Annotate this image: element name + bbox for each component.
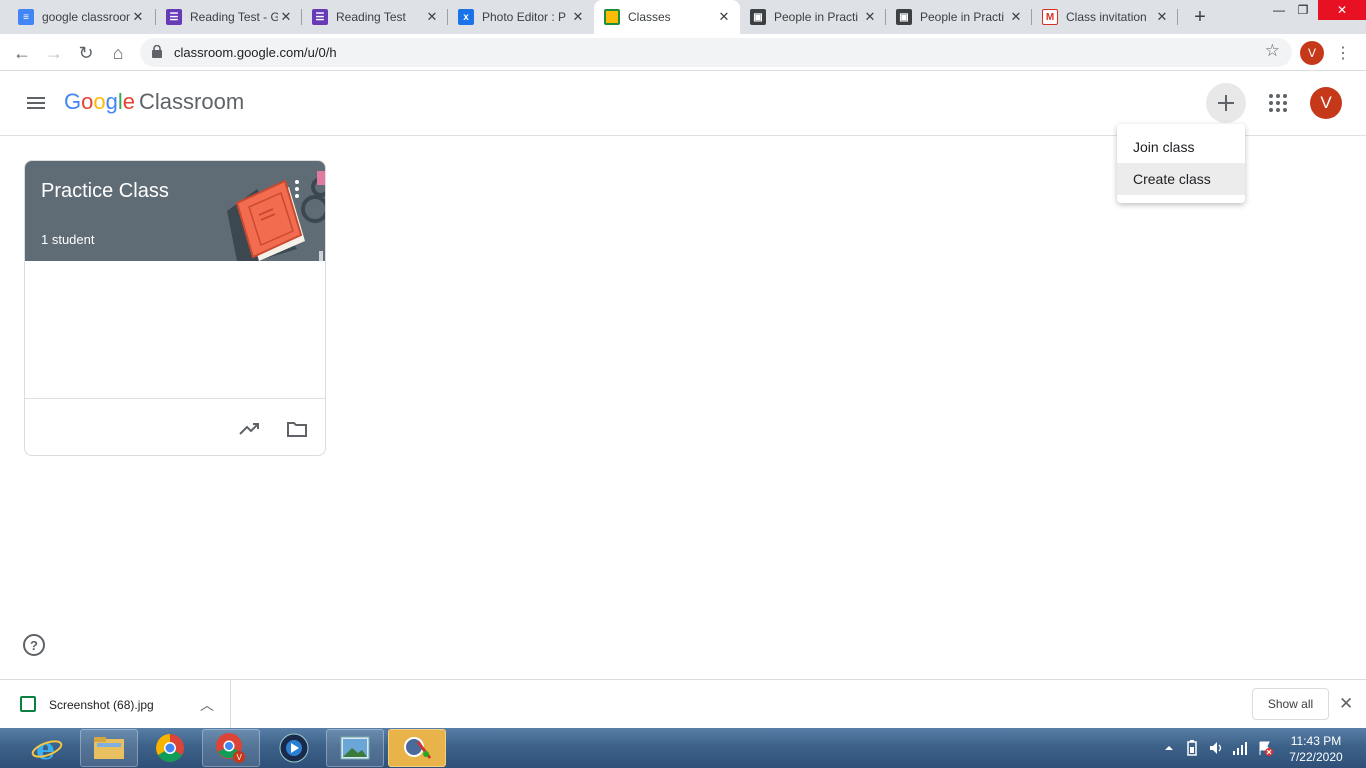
close-icon[interactable]: ✕: [278, 9, 294, 25]
snipping-tool-icon[interactable]: [388, 729, 446, 767]
url-text: classroom.google.com/u/0/h: [174, 45, 337, 60]
windows-taskbar: e V 11:43 PM 7/22/2020: [0, 728, 1366, 768]
close-icon[interactable]: ✕: [716, 9, 732, 25]
browser-tab-active[interactable]: Classes ✕: [594, 0, 740, 34]
clock[interactable]: 11:43 PM 7/22/2020: [1288, 733, 1344, 765]
forms-icon: ☰: [312, 9, 328, 25]
download-file-name: Screenshot (68).jpg: [49, 698, 154, 712]
class-card-header[interactable]: Practice Class 1 student: [25, 161, 325, 261]
volume-icon[interactable]: [1208, 740, 1224, 756]
close-icon[interactable]: ✕: [570, 9, 586, 25]
signal-icon[interactable]: [1232, 740, 1248, 756]
chevron-up-icon[interactable]: ︿: [200, 695, 214, 715]
battery-icon[interactable]: [1184, 740, 1200, 756]
class-title[interactable]: Practice Class: [41, 180, 169, 203]
class-student-count: 1 student: [41, 232, 95, 247]
image-file-icon: [20, 696, 36, 712]
hamburger-menu-icon[interactable]: [24, 91, 48, 115]
help-icon[interactable]: ?: [23, 634, 45, 656]
docs-icon: ≡: [18, 9, 34, 25]
book-illustration: [227, 171, 325, 261]
forward-icon[interactable]: →: [41, 40, 67, 66]
browser-tab-strip: ≡ google classroom ✕ ☰ Reading Test - G …: [0, 0, 1366, 34]
close-icon[interactable]: ✕: [1154, 9, 1170, 25]
browser-tab[interactable]: x Photo Editor : P ✕: [448, 0, 594, 34]
back-icon[interactable]: ←: [9, 40, 35, 66]
file-explorer-icon[interactable]: [80, 729, 138, 767]
tab-label: People in Practi: [774, 10, 859, 24]
clock-time: 11:43 PM: [1290, 734, 1342, 748]
download-item[interactable]: Screenshot (68).jpg ︿: [0, 680, 231, 729]
classroom-icon: [604, 9, 620, 25]
tab-label: People in Practi: [920, 10, 1005, 24]
gmail-icon: M: [1042, 9, 1058, 25]
action-center-flag-icon[interactable]: [1257, 740, 1273, 756]
trending-up-icon[interactable]: [238, 417, 262, 441]
browser-tab[interactable]: ▣ People in Practi ✕: [886, 0, 1032, 34]
folder-icon[interactable]: [285, 417, 309, 441]
close-icon[interactable]: ✕: [1339, 694, 1353, 714]
svg-text:e: e: [36, 732, 55, 764]
address-bar[interactable]: classroom.google.com/u/0/h ☆: [140, 38, 1292, 67]
chrome-icon[interactable]: [141, 729, 199, 767]
card-divider: [25, 398, 325, 399]
browser-menu-icon[interactable]: ⋮: [1335, 42, 1351, 64]
new-tab-icon[interactable]: +: [1188, 5, 1212, 29]
show-all-button[interactable]: Show all: [1252, 688, 1329, 720]
create-join-menu: Join class Create class: [1117, 124, 1245, 203]
close-icon[interactable]: ✕: [130, 9, 146, 25]
browser-tab[interactable]: ▣ People in Practi ✕: [740, 0, 886, 34]
close-icon[interactable]: ✕: [1008, 9, 1024, 25]
browser-tab[interactable]: ☰ Reading Test ✕: [302, 0, 448, 34]
join-class-menu-item[interactable]: Join class: [1117, 131, 1245, 163]
system-tray: 11:43 PM 7/22/2020: [1160, 728, 1366, 768]
window-close-icon[interactable]: ✕: [1318, 0, 1366, 20]
forms-icon: ☰: [166, 9, 182, 25]
svg-text:V: V: [237, 753, 243, 762]
browser-tab[interactable]: ≡ google classroom ✕: [8, 0, 154, 34]
browser-profile-avatar[interactable]: V: [1300, 41, 1324, 65]
pixlr-icon: x: [458, 9, 474, 25]
close-icon[interactable]: ✕: [424, 9, 440, 25]
account-avatar[interactable]: V: [1310, 87, 1342, 119]
tab-label: Reading Test - G: [190, 10, 278, 24]
tab-label: google classroom: [42, 10, 130, 24]
photo-viewer-icon[interactable]: [326, 729, 384, 767]
tab-label: Classes: [628, 10, 671, 24]
browser-tab[interactable]: ☰ Reading Test - G ✕: [156, 0, 302, 34]
home-icon[interactable]: ⌂: [105, 40, 131, 66]
tab-label: Reading Test: [336, 10, 406, 24]
lock-icon: [152, 45, 162, 58]
tab-label: Class invitation: [1066, 10, 1147, 24]
close-icon[interactable]: ✕: [862, 9, 878, 25]
google-apps-icon[interactable]: [1266, 91, 1290, 115]
google-classroom-logo[interactable]: Google Classroom: [64, 89, 244, 115]
media-player-icon[interactable]: [265, 729, 323, 767]
chrome-profile-icon[interactable]: V: [202, 729, 260, 767]
create-class-menu-item[interactable]: Create class: [1117, 163, 1245, 195]
clock-date: 7/22/2020: [1289, 750, 1343, 764]
internet-explorer-icon[interactable]: e: [18, 729, 76, 767]
classroom-people-icon: ▣: [750, 9, 766, 25]
show-hidden-icons-icon[interactable]: [1165, 744, 1173, 752]
reload-icon[interactable]: ↻: [73, 40, 99, 66]
class-options-icon[interactable]: [289, 179, 305, 199]
bookmark-star-icon[interactable]: ☆: [1265, 41, 1280, 61]
classroom-people-icon: ▣: [896, 9, 912, 25]
class-card[interactable]: Practice Class 1 student: [24, 160, 326, 456]
plus-icon: [1218, 95, 1234, 111]
browser-tab[interactable]: M Class invitation ✕: [1032, 0, 1178, 34]
browser-toolbar: ← → ↻ ⌂ classroom.google.com/u/0/h ☆: [0, 34, 1366, 71]
tab-label: Photo Editor : P: [482, 10, 567, 24]
create-or-join-button[interactable]: [1206, 83, 1246, 123]
download-bar: Screenshot (68).jpg ︿ Show all ✕: [0, 679, 1366, 729]
